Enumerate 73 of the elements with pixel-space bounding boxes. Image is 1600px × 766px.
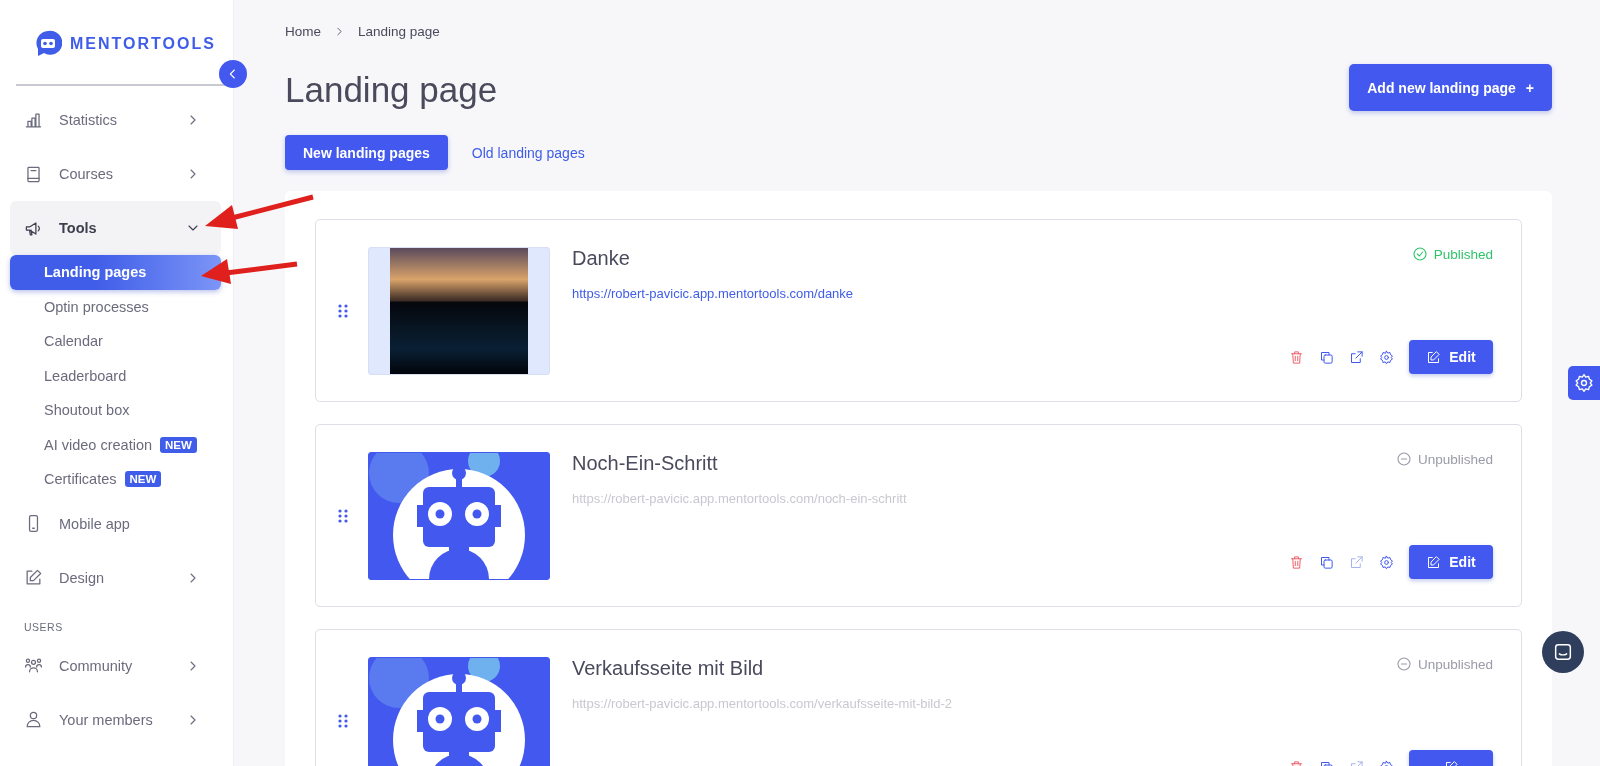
- submenu-label: Certificates: [44, 471, 117, 488]
- chat-icon: [1552, 641, 1574, 663]
- status-text: Unpublished: [1417, 451, 1493, 467]
- duplicate-button[interactable]: [1319, 349, 1334, 365]
- page-title: Noch-Ein-Schritt: [572, 452, 719, 475]
- drag-handle-icon[interactable]: [338, 713, 348, 728]
- sidebar-item[interactable]: Design: [10, 550, 221, 605]
- submenu-item[interactable]: Calendar: [10, 324, 221, 359]
- delete-button[interactable]: [1289, 554, 1304, 570]
- drag-handle-icon[interactable]: [338, 508, 348, 523]
- drag-handle-icon[interactable]: [338, 303, 348, 318]
- open-link-button[interactable]: [1349, 349, 1364, 365]
- settings-icon: [1379, 554, 1394, 570]
- sidebar-item[interactable]: Tools: [10, 201, 221, 255]
- submenu-item[interactable]: AI video creation NEW: [10, 427, 221, 462]
- submenu-item[interactable]: Landing pages: [10, 255, 221, 290]
- minus-circle-icon: [1395, 451, 1412, 467]
- copy-icon: [1319, 349, 1334, 365]
- settings-icon: [1574, 373, 1594, 393]
- logo-text: MENTORTOOLS: [70, 35, 216, 53]
- submenu-label: Leaderboard: [44, 367, 127, 384]
- edit-button[interactable]: Edit: [1409, 545, 1493, 579]
- external-link-icon: [1349, 554, 1364, 570]
- submenu-item[interactable]: Shoutout box: [10, 393, 221, 428]
- delete-button[interactable]: [1289, 349, 1304, 365]
- add-landing-page-button[interactable]: Add new landing page +: [1349, 64, 1552, 111]
- new-badge: NEW: [160, 436, 197, 453]
- tab[interactable]: Old landing pages: [459, 135, 597, 170]
- minus-circle-icon: [1395, 656, 1412, 672]
- sidebar-item[interactable]: Courses: [10, 147, 221, 201]
- robot-logo-icon: [34, 30, 62, 58]
- status-text: Unpublished: [1417, 656, 1493, 672]
- settings-button[interactable]: [1568, 366, 1600, 400]
- pencil-icon: [1426, 554, 1442, 570]
- status-text: Published: [1433, 246, 1493, 262]
- settings-button[interactable]: [1379, 554, 1394, 570]
- trash-icon: [1289, 554, 1304, 570]
- page-url-link[interactable]: https://robert-pavicic.app.mentortools.com/danke: [572, 286, 1289, 301]
- submenu-label: Shoutout box: [44, 402, 130, 419]
- sidebar-item[interactable]: Community: [10, 638, 221, 693]
- edit-button[interactable]: Edit: [1409, 340, 1493, 374]
- sidebar-item[interactable]: Statistics: [10, 93, 221, 147]
- people-icon: [24, 656, 43, 675]
- submenu-item[interactable]: Optin processes: [10, 289, 221, 324]
- person-icon: [24, 710, 43, 729]
- submenu-label: Landing pages: [44, 264, 147, 281]
- submenu-item[interactable]: Leaderboard: [10, 358, 221, 393]
- section-heading: USERS: [23, 619, 64, 635]
- settings-button[interactable]: [1379, 349, 1394, 365]
- duplicate-button[interactable]: [1319, 554, 1334, 570]
- sidebar-item[interactable]: Mobile app: [10, 496, 221, 551]
- breadcrumb-link[interactable]: Landing page: [358, 24, 440, 39]
- settings-icon: [1379, 349, 1394, 365]
- chat-button[interactable]: [1542, 631, 1584, 673]
- submenu-label: Calendar: [44, 333, 103, 350]
- submenu-item[interactable]: Certificates NEW: [10, 462, 221, 497]
- copy-icon: [1319, 554, 1334, 570]
- trash-icon: [1289, 349, 1304, 365]
- check-circle-icon: [1411, 246, 1428, 262]
- page-title: Danke: [572, 247, 631, 270]
- submenu-label: Optin processes: [44, 298, 149, 315]
- external-link-icon: [1349, 349, 1364, 365]
- book-icon: [24, 164, 43, 184]
- pencil-icon: [1426, 349, 1442, 365]
- sidebar-item[interactable]: Your members: [10, 692, 221, 747]
- tab[interactable]: New landing pages: [285, 135, 448, 170]
- page-heading: Landing page: [285, 70, 498, 110]
- pencil-icon: [24, 568, 43, 587]
- submenu-label: AI video creation: [44, 436, 152, 453]
- collapse-sidebar-button[interactable]: [219, 60, 247, 88]
- page-title: Verkaufsseite mit Bild: [572, 657, 765, 680]
- new-badge: NEW: [124, 471, 162, 488]
- breadcrumb-link[interactable]: Home: [285, 24, 321, 39]
